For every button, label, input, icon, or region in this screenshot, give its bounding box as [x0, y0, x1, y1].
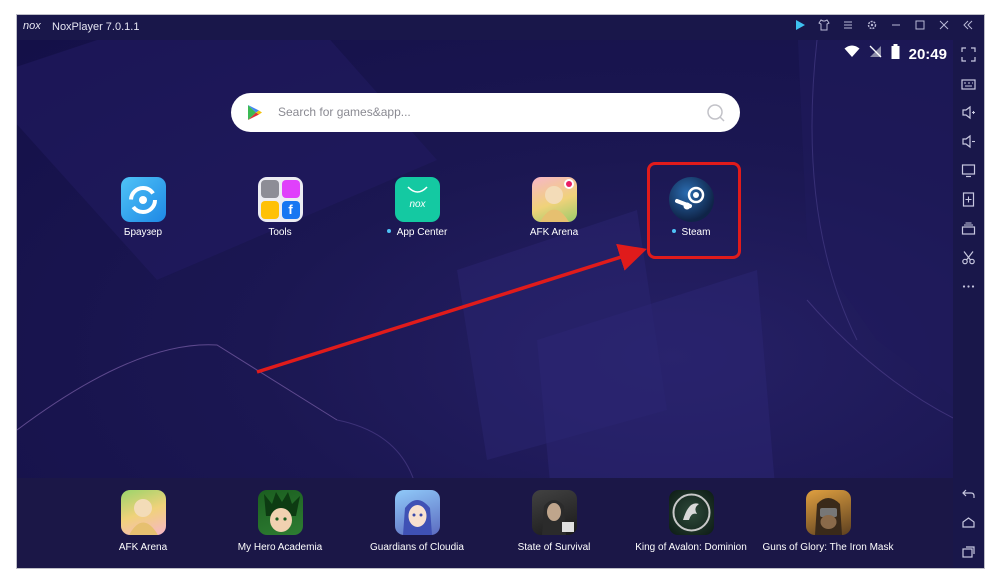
dock-app-label: Guns of Glory: The Iron Mask: [762, 542, 894, 553]
home-icon[interactable]: [957, 512, 980, 534]
collapse-icon[interactable]: [956, 19, 980, 36]
add-apk-icon[interactable]: [957, 189, 980, 211]
minimize-icon[interactable]: [884, 19, 908, 36]
android-screen: 20:49 Search for games&app... Браузер f …: [17, 40, 953, 568]
multi-instance-icon[interactable]: [957, 218, 980, 240]
maximize-icon[interactable]: [908, 19, 932, 36]
title-bar: nox NoxPlayer 7.0.1.1: [17, 15, 984, 40]
dock-app-king-of-avalon[interactable]: King of Avalon: Dominion: [611, 490, 771, 553]
screen-icon[interactable]: [957, 160, 980, 182]
dock-app-label: King of Avalon: Dominion: [635, 542, 747, 553]
dock-app-afk-arena[interactable]: AFK Arena: [63, 490, 223, 553]
window-title: NoxPlayer 7.0.1.1: [52, 21, 140, 33]
shirt-icon[interactable]: [812, 19, 836, 36]
dock-app-label: AFK Arena: [118, 542, 168, 553]
dock-app-guardians-of-cloudia[interactable]: Guardians of Cloudia: [337, 490, 497, 553]
recent-apps-icon[interactable]: [957, 541, 980, 563]
window-controls: [788, 19, 980, 36]
keyboard-icon[interactable]: [957, 73, 980, 95]
king-of-avalon-icon: [668, 490, 714, 535]
nox-logo: nox: [23, 20, 41, 32]
guardians-of-cloudia-icon: [394, 490, 440, 535]
dock-app-label: Guardians of Cloudia: [370, 542, 464, 553]
scissors-icon[interactable]: [957, 247, 980, 269]
play-icon[interactable]: [788, 19, 812, 36]
dock-app-my-hero-academia[interactable]: My Hero Academia: [200, 490, 360, 553]
my-hero-academia-icon: [257, 490, 303, 535]
close-icon[interactable]: [932, 19, 956, 36]
menu-icon[interactable]: [836, 19, 860, 36]
gear-icon[interactable]: [860, 19, 884, 36]
more-icon[interactable]: [957, 276, 980, 298]
volume-up-icon[interactable]: [957, 102, 980, 124]
dock: AFK Arena My Hero Academia Guardians of …: [17, 478, 953, 568]
back-icon[interactable]: [957, 483, 980, 505]
dock-app-state-of-survival[interactable]: State of Survival: [474, 490, 634, 553]
afk-arena-icon: [120, 490, 166, 535]
state-of-survival-icon: [531, 490, 577, 535]
dock-app-guns-of-glory[interactable]: Guns of Glory: The Iron Mask: [748, 490, 908, 553]
fullscreen-icon[interactable]: [957, 44, 980, 66]
right-toolbar: [953, 40, 984, 568]
dock-app-label: My Hero Academia: [237, 542, 323, 553]
guns-of-glory-icon: [805, 490, 851, 535]
nox-window: nox NoxPlayer 7.0.1.1 20:49 Search for g…: [17, 15, 984, 568]
dock-app-label: State of Survival: [517, 542, 591, 553]
volume-down-icon[interactable]: [957, 131, 980, 153]
